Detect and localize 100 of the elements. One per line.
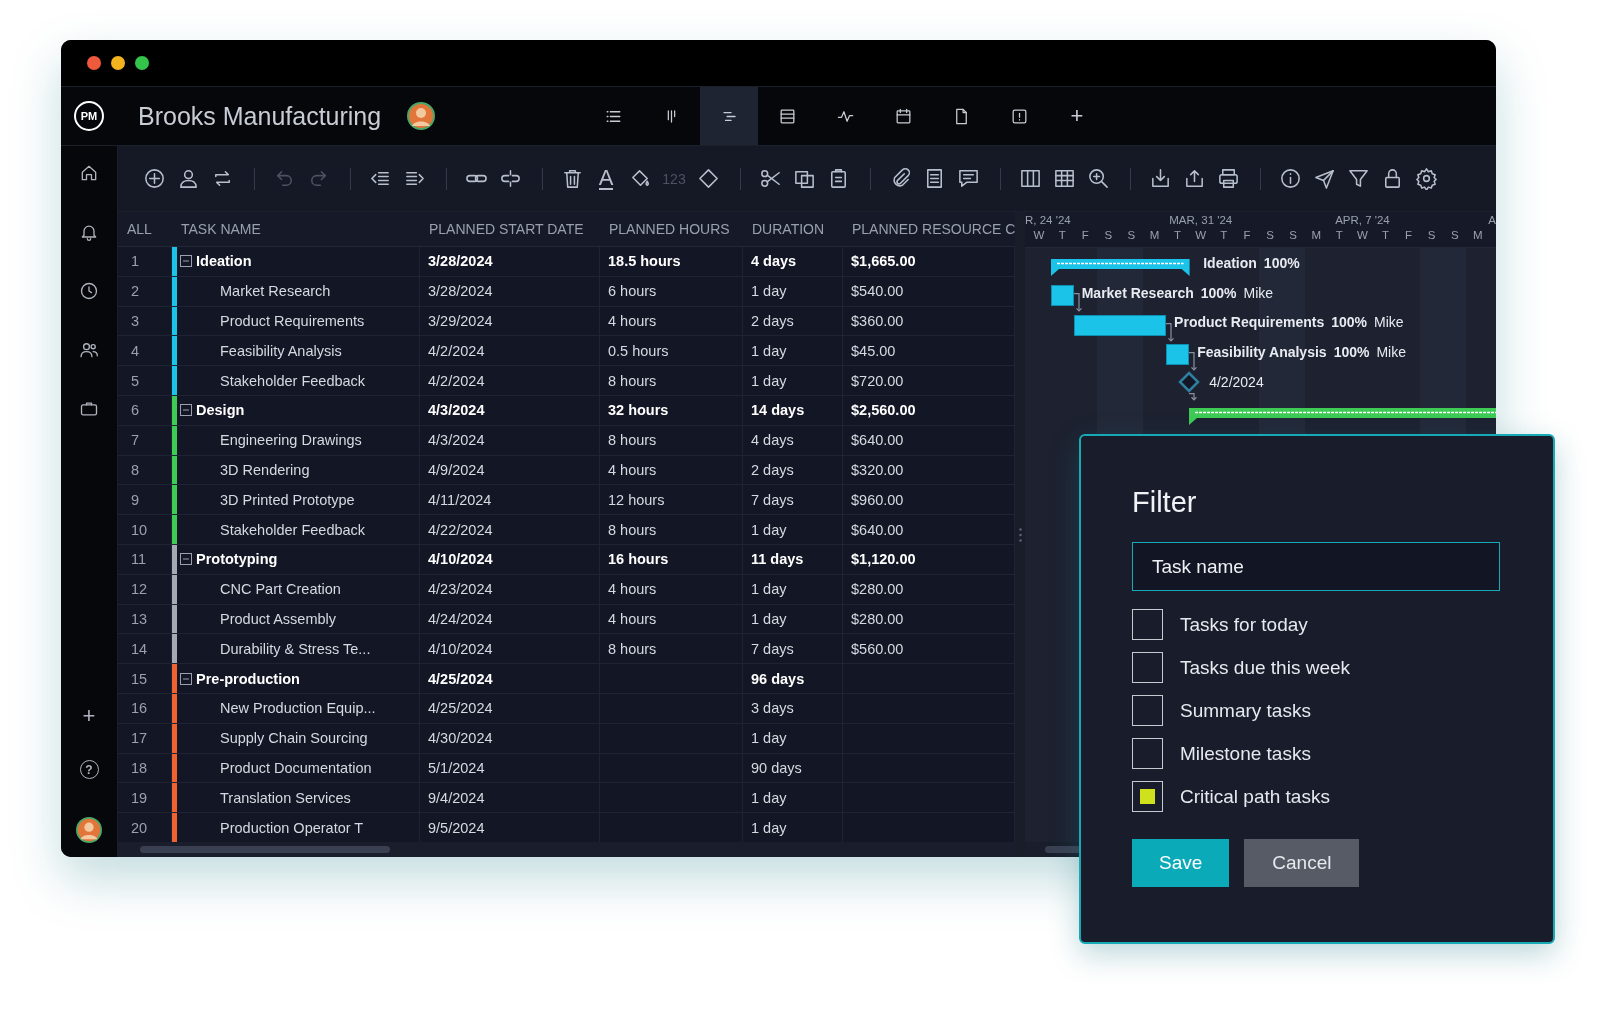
duration-value: 1 day (751, 610, 787, 627)
percent-label: 100% (1263, 254, 1300, 271)
hours-value: 6 hours (608, 283, 657, 300)
checkbox-label[interactable]: Critical path tasks (1180, 785, 1330, 808)
task-name[interactable]: Stakeholder Feedback (220, 372, 366, 389)
column-header[interactable]: ALL (118, 221, 172, 237)
task-bar[interactable] (1050, 284, 1074, 306)
checkbox-label[interactable]: Tasks for today (1180, 613, 1308, 636)
duration-value: 4 days (751, 432, 794, 449)
cancel-button[interactable]: Cancel (1244, 839, 1360, 887)
hours-value: 8 hours (608, 372, 657, 389)
column-header[interactable]: PLANNED HOURS (600, 221, 743, 237)
send-icon[interactable] (1312, 167, 1336, 190)
scissors-icon[interactable] (758, 167, 782, 190)
day-label: M (1310, 229, 1322, 241)
font-color-button[interactable]: A (598, 167, 614, 190)
clock-icon[interactable] (79, 281, 99, 301)
user-avatar[interactable] (407, 102, 436, 130)
add-view-button[interactable]: + (1048, 87, 1106, 145)
task-name[interactable]: CNC Part Creation (220, 581, 341, 598)
cost-value: $540.00 (851, 283, 904, 300)
task-name[interactable]: Supply Chain Sourcing (220, 730, 368, 747)
task-name[interactable]: Product Assembly (220, 610, 337, 627)
checkbox[interactable] (1132, 609, 1163, 640)
column-header[interactable]: DURATION (743, 221, 843, 237)
task-name[interactable]: Product Documentation (220, 759, 372, 776)
task-name[interactable]: Product Requirements (220, 313, 365, 329)
summary-bar[interactable] (1050, 259, 1190, 276)
horizontal-scrollbar[interactable] (140, 846, 390, 853)
task-name[interactable]: Engineering Drawings (220, 432, 362, 449)
add-icon[interactable] (142, 167, 166, 190)
info-icon[interactable] (1278, 167, 1302, 190)
start-date: 4/3/2024 (428, 432, 485, 449)
app-logo[interactable]: PM (74, 101, 104, 131)
task-name[interactable]: Production Operator T (220, 819, 364, 836)
task-name[interactable]: Pre-production (196, 670, 300, 687)
hours-value: 0.5 hours (608, 342, 669, 359)
close-button[interactable] (87, 56, 101, 70)
task-name[interactable]: Market Research (220, 283, 331, 300)
task-name[interactable]: 3D Printed Prototype (220, 491, 355, 508)
duration-value: 96 days (751, 670, 805, 687)
column-header[interactable]: PLANNED START DATE (420, 221, 600, 237)
zoom-in-icon[interactable] (1086, 167, 1110, 190)
resize-handle[interactable] (1018, 527, 1022, 542)
hours-value: 4 hours (608, 461, 657, 478)
diamond-icon[interactable] (696, 167, 720, 190)
table-icon[interactable] (1052, 167, 1076, 190)
people-icon[interactable] (79, 340, 99, 360)
task-label: Market Research (1081, 284, 1194, 301)
task-name[interactable]: Translation Services (220, 789, 351, 806)
checkbox-label[interactable]: Tasks due this week (1180, 656, 1351, 679)
checkbox-label[interactable]: Summary tasks (1180, 699, 1311, 722)
horizontal-scrollbar[interactable] (1045, 846, 1081, 853)
home-icon[interactable] (79, 163, 99, 183)
filter-icon[interactable] (1346, 167, 1370, 190)
task-name[interactable]: New Production Equip... (220, 700, 376, 717)
minimize-button[interactable] (111, 56, 125, 70)
start-date: 4/24/2024 (428, 610, 493, 627)
assignee-label: Mike (1243, 284, 1274, 301)
task-name[interactable]: Prototyping (196, 551, 278, 568)
task-name[interactable]: Durability & Stress Te... (220, 640, 371, 657)
task-name[interactable]: Ideation (196, 253, 252, 270)
comment-icon[interactable] (956, 167, 980, 190)
task-name[interactable]: Feasibility Analysis (220, 342, 342, 359)
add-button[interactable]: + (82, 705, 96, 727)
checkbox[interactable] (1132, 652, 1163, 683)
dialog-title: Filter (1132, 486, 1198, 519)
settings-icon[interactable] (1414, 167, 1438, 190)
day-label: S (1265, 229, 1275, 241)
column-header[interactable]: PLANNED RESOURCE C (843, 221, 1015, 237)
unlink-icon[interactable] (498, 167, 522, 190)
week-label: A (1488, 214, 1496, 226)
collapse-icon[interactable] (180, 255, 192, 268)
start-date: 4/3/2024 (428, 402, 485, 419)
columns-icon[interactable] (1018, 167, 1042, 190)
project-title: Brooks Manufacturing (138, 101, 382, 131)
task-name[interactable]: Stakeholder Feedback (220, 521, 366, 538)
checkbox-label[interactable]: Milestone tasks (1180, 742, 1311, 765)
collapse-icon[interactable] (180, 672, 192, 685)
milestone-diamond[interactable] (1178, 371, 1201, 394)
checkbox[interactable] (1132, 738, 1163, 769)
task-bar[interactable] (1073, 314, 1167, 336)
column-header[interactable]: TASK NAME (172, 221, 420, 237)
task-bar[interactable] (1166, 344, 1190, 366)
duration-value: 2 days (751, 313, 794, 329)
duration-value: 90 days (751, 759, 802, 776)
start-date: 3/29/2024 (428, 313, 493, 329)
user-avatar[interactable] (76, 817, 102, 843)
duration-value: 1 day (751, 521, 787, 538)
checkbox[interactable] (1132, 695, 1163, 726)
collapse-icon[interactable] (180, 553, 192, 566)
checkbox[interactable] (1132, 781, 1163, 812)
day-label: W (1194, 229, 1208, 241)
task-name[interactable]: 3D Rendering (220, 461, 310, 478)
task-name[interactable]: Design (196, 402, 245, 419)
task-name-field[interactable]: Task name (1132, 542, 1500, 591)
hours-value: 4 hours (608, 581, 657, 598)
collapse-icon[interactable] (180, 404, 192, 417)
maximize-button[interactable] (135, 56, 149, 70)
print-icon[interactable] (1216, 167, 1240, 190)
